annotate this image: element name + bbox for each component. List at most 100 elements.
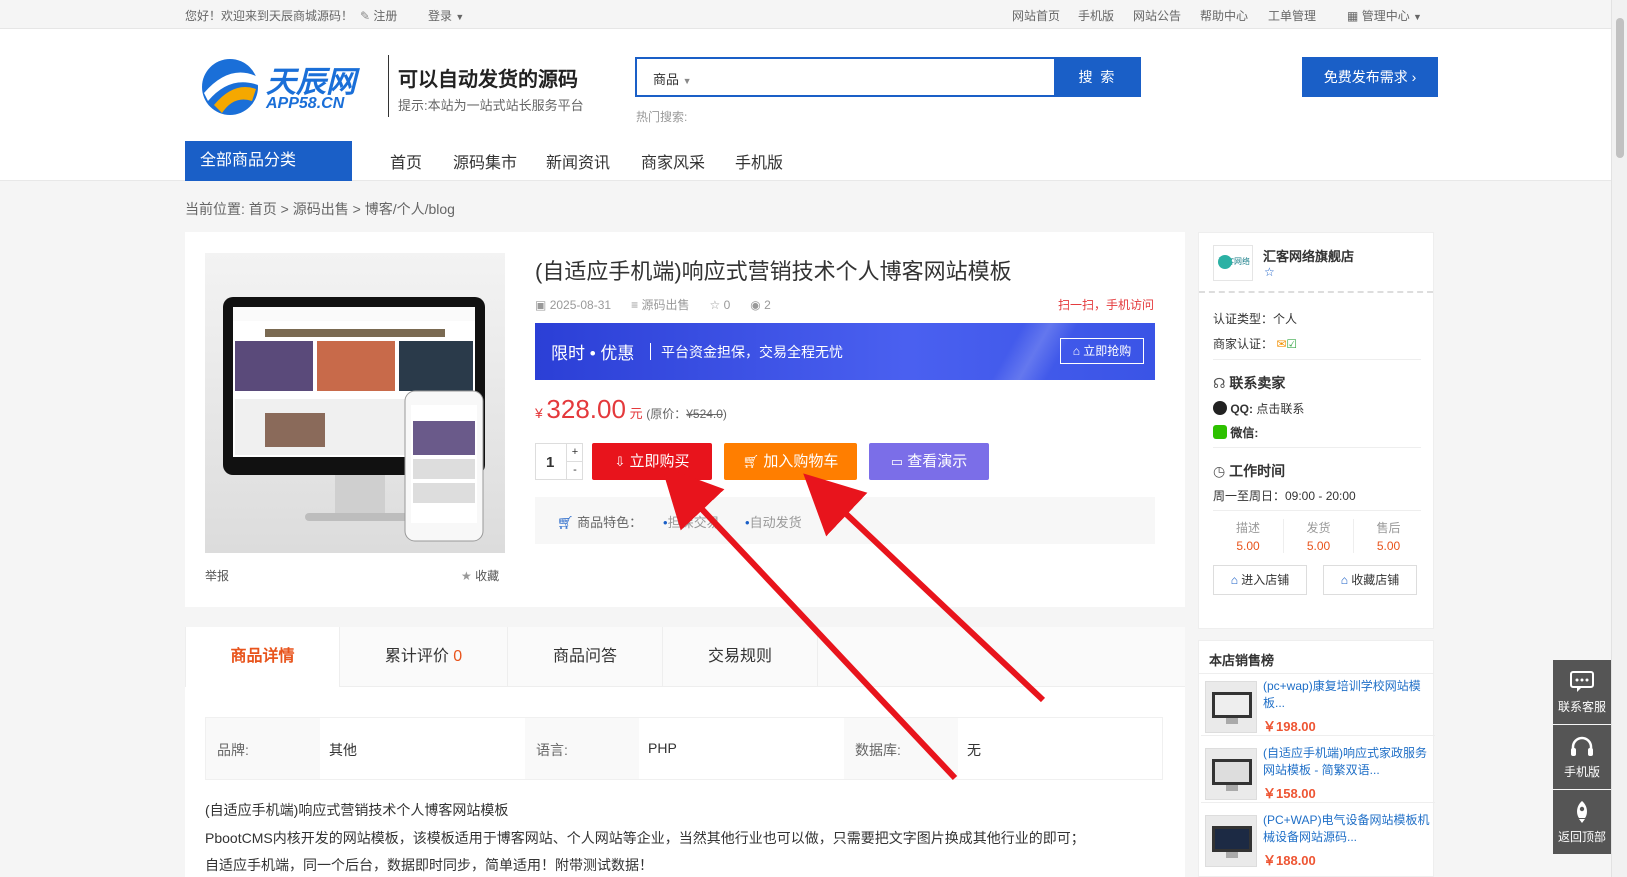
price-value: 328.00 bbox=[546, 394, 626, 424]
product-thumbnail bbox=[1205, 815, 1257, 867]
top-link-mobile[interactable]: 手机版 bbox=[1078, 7, 1114, 24]
ranking-item-price: ￥188.00 bbox=[1263, 853, 1316, 868]
breadcrumb-home[interactable]: 首页 bbox=[249, 201, 277, 217]
headset-icon: ☊ bbox=[1213, 375, 1226, 391]
promo-text: 平台资金担保，交易全程无忧 bbox=[661, 344, 843, 360]
quantity-value[interactable]: 1 bbox=[546, 454, 554, 471]
basket-icon: ⌂ bbox=[1072, 344, 1080, 358]
headset-icon bbox=[1571, 736, 1593, 756]
ranking-item-name[interactable]: (PC+WAP)电气设备网站模板机械设备网站源码... bbox=[1263, 812, 1433, 846]
price-row: ¥ 328.00 元 (原价：¥524.0) bbox=[535, 394, 727, 425]
ranking-item[interactable]: (PC+WAP)电气设备网站模板机械设备网站源码... ￥188.00 bbox=[1201, 808, 1435, 870]
tab-rules[interactable]: 交易规则 bbox=[663, 627, 818, 687]
cert-type: 认证类型：个人 bbox=[1213, 312, 1298, 326]
product-thumbnail bbox=[1205, 748, 1257, 800]
tab-reviews[interactable]: 累计评价 0 bbox=[340, 627, 508, 687]
attr-language-label: 语言: bbox=[536, 742, 568, 758]
product-title: (自适应手机端)响应式营销技术个人博客网站模板 bbox=[535, 259, 1012, 284]
breadcrumb-separator: > bbox=[280, 201, 289, 217]
original-price: ¥524.0 bbox=[686, 407, 723, 421]
original-price-group: (原价：¥524.0) bbox=[646, 407, 727, 421]
nav-news[interactable]: 新闻资讯 bbox=[546, 149, 610, 173]
page-scrollbar[interactable] bbox=[1611, 0, 1627, 877]
top-link-help[interactable]: 帮助中心 bbox=[1200, 7, 1248, 24]
top-bar: 您好！欢迎来到天辰商城源码！ ✎ 注册 登录 ▼ 网站首页 手机版 网站公告 帮… bbox=[0, 0, 1611, 29]
mobile-visit-link[interactable]: 扫一扫，手机访问 bbox=[1058, 296, 1154, 313]
breadcrumb-category[interactable]: 源码出售 bbox=[293, 201, 349, 217]
search-input[interactable] bbox=[727, 63, 1047, 91]
back-to-top-button[interactable]: 返回顶部 bbox=[1553, 790, 1611, 854]
promo-tag: 限时 • 优惠 bbox=[551, 344, 635, 363]
ranking-item-name[interactable]: (pc+wap)康复培训学校网站模板... bbox=[1263, 678, 1433, 712]
quantity-decrease-button[interactable]: - bbox=[566, 462, 583, 480]
collect-link[interactable]: ★ 收藏 bbox=[461, 567, 499, 584]
enter-shop-button[interactable]: ⌂ 进入店铺 bbox=[1213, 565, 1307, 595]
qq-contact[interactable]: QQ: 点击联系 bbox=[1213, 400, 1304, 417]
cart-icon: 🛒︎ bbox=[557, 515, 574, 530]
wechat-contact[interactable]: 微信: bbox=[1213, 424, 1258, 441]
collect-shop-button[interactable]: ⌂ 收藏店铺 bbox=[1323, 565, 1417, 595]
divider bbox=[1213, 447, 1421, 448]
attributes-table: 品牌: 其他 语言: PHP 数据库: 无 bbox=[205, 717, 1163, 780]
admin-center-link[interactable]: ▦ 管理中心 ▼ bbox=[1347, 7, 1422, 24]
currency-symbol: ¥ bbox=[535, 405, 543, 421]
scrollbar-thumb[interactable] bbox=[1616, 18, 1624, 158]
logo-icon bbox=[202, 59, 258, 115]
top-link-notice[interactable]: 网站公告 bbox=[1133, 7, 1181, 24]
work-hours: 周一至周日：09:00 - 20:00 bbox=[1213, 489, 1356, 503]
quantity-increase-button[interactable]: + bbox=[566, 444, 583, 462]
divider bbox=[1213, 510, 1421, 511]
ranking-item-name[interactable]: (自适应手机端)响应式家政服务网站模板 - 简繁双语... bbox=[1263, 745, 1433, 779]
nav-code-market[interactable]: 源码集市 bbox=[453, 149, 517, 173]
ranking-item[interactable]: (pc+wap)康复培训学校网站模板... ￥198.00 bbox=[1201, 674, 1435, 736]
product-panel: 举报 ★ 收藏 (自适应手机端)响应式营销技术个人博客网站模板 ▣ 2025-0… bbox=[185, 232, 1185, 607]
breadcrumb-separator: > bbox=[352, 201, 361, 217]
promo-banner: 限时 • 优惠 平台资金担保，交易全程无忧 ⌂ 立即抢购 bbox=[535, 323, 1155, 380]
attr-brand-value: 其他 bbox=[329, 742, 357, 758]
tab-qa[interactable]: 商品问答 bbox=[508, 627, 663, 687]
publish-demand-button[interactable]: 免费发布需求 › bbox=[1302, 57, 1438, 97]
product-image[interactable] bbox=[205, 253, 505, 553]
star-icon: ★ bbox=[461, 569, 472, 583]
dashed-divider bbox=[1199, 291, 1433, 293]
register-link[interactable]: ✎ 注册 bbox=[360, 7, 397, 24]
site-logo[interactable]: 天辰网 APP58.CN bbox=[200, 55, 380, 119]
contact-title: ☊ 联系卖家 bbox=[1213, 375, 1286, 391]
nav-mobile[interactable]: 手机版 bbox=[735, 149, 783, 173]
search-category-select[interactable]: 商品 ▼ bbox=[653, 69, 692, 88]
shop-logo[interactable]: 汇客网络 bbox=[1213, 245, 1253, 281]
tab-detail[interactable]: 商品详情 bbox=[185, 627, 340, 687]
rush-buy-button[interactable]: ⌂ 立即抢购 bbox=[1060, 338, 1144, 364]
nav-merchants[interactable]: 商家风采 bbox=[641, 149, 705, 173]
mobile-version-button[interactable]: 手机版 bbox=[1553, 725, 1611, 789]
all-categories-button[interactable]: 全部商品分类 bbox=[185, 141, 352, 181]
report-link[interactable]: 举报 bbox=[205, 567, 229, 584]
slogan: 可以自动发货的源码 bbox=[398, 69, 578, 91]
top-link-home[interactable]: 网站首页 bbox=[1012, 7, 1060, 24]
ranking-title: 本店销售榜 bbox=[1209, 653, 1275, 668]
shop-panel: 汇客网络 汇客网络旗舰店 ☆ 认证类型：个人 商家认证： ✉☑ ☊ 联系卖家 Q… bbox=[1198, 232, 1434, 629]
download-icon: ⇩ bbox=[614, 454, 626, 469]
nav-home[interactable]: 首页 bbox=[390, 149, 422, 173]
chevron-down-icon: ▼ bbox=[1413, 12, 1422, 22]
ranking-item[interactable]: (自适应手机端)响应式家政服务网站模板 - 简繁双语... ￥158.00 bbox=[1201, 741, 1435, 803]
breadcrumb-subcategory[interactable]: 博客/个人/blog bbox=[365, 201, 455, 217]
shop-name[interactable]: 汇客网络旗舰店 bbox=[1263, 246, 1354, 265]
chat-icon bbox=[1570, 671, 1594, 692]
qq-icon bbox=[1213, 401, 1227, 415]
buy-now-button[interactable]: ⇩ 立即购买 bbox=[592, 443, 712, 480]
logo-divider bbox=[388, 55, 389, 117]
shop-star-icon: ☆ bbox=[1264, 265, 1275, 279]
search-button[interactable]: 搜 索 bbox=[1054, 57, 1141, 97]
attr-brand-label: 品牌: bbox=[217, 742, 249, 758]
eye-icon: ◉ bbox=[750, 298, 761, 312]
hot-search-label: 热门搜索: bbox=[636, 110, 688, 124]
add-to-cart-button[interactable]: 🛒︎ 加入购物车 bbox=[724, 443, 857, 480]
wechat-icon bbox=[1213, 425, 1227, 439]
customer-service-button[interactable]: 联系客服 bbox=[1553, 660, 1611, 724]
product-thumbnail bbox=[1205, 681, 1257, 733]
login-link[interactable]: 登录 ▼ bbox=[428, 7, 464, 24]
view-demo-button[interactable]: ▭ 查看演示 bbox=[869, 443, 989, 480]
quantity-stepper[interactable]: 1 + - bbox=[535, 443, 583, 480]
top-link-tickets[interactable]: 工单管理 bbox=[1268, 7, 1316, 24]
